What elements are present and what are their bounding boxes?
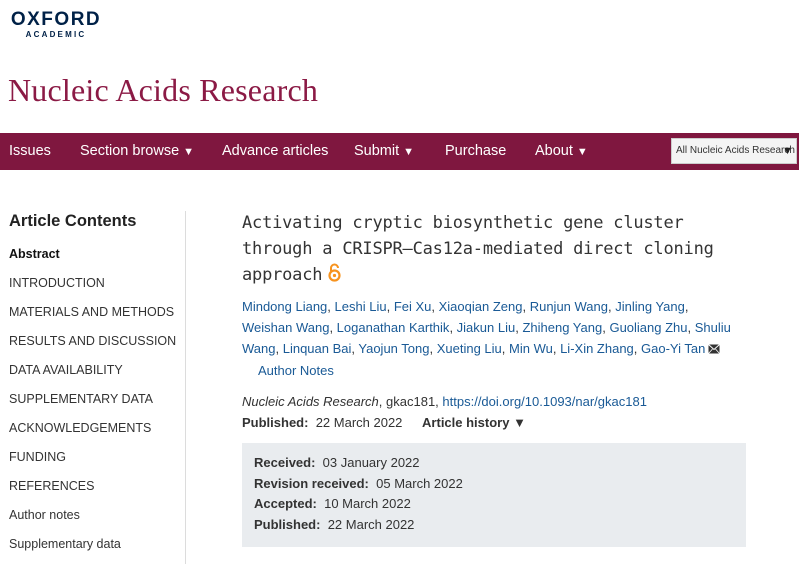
author-link[interactable]: Xueting Liu: [437, 341, 502, 356]
citation-journal: Nucleic Acids Research: [242, 394, 379, 409]
article-contents-sidebar: Article Contents Abstract INTRODUCTION MAT…: [9, 212, 185, 559]
chevron-down-icon: ▼: [576, 146, 588, 158]
author-separator: ,: [327, 299, 335, 314]
published-date: 22 March 2022: [315, 415, 403, 430]
author-link[interactable]: Weishan Wang: [242, 320, 329, 335]
article-title-line: Activating cryptic biosynthetic gene clu…: [242, 213, 684, 233]
author-separator: ,: [552, 341, 561, 356]
history-date: 22 March 2022: [327, 516, 415, 532]
history-label: Published:: [254, 516, 321, 532]
sidebar-item[interactable]: Author notes: [9, 501, 185, 530]
history-row-published: Published: 22 March 2022: [254, 515, 746, 536]
author-link[interactable]: Zhiheng Yang: [522, 320, 602, 335]
history-label: Revision received:: [254, 475, 369, 491]
history-row-accepted: Accepted: 10 March 2022: [254, 494, 746, 515]
author-link[interactable]: Loganathan Karthik: [337, 320, 450, 335]
article-title-line: approach: [242, 265, 323, 285]
nav-about-label: About: [535, 143, 573, 159]
open-access-icon: [328, 263, 341, 290]
author-separator: ,: [429, 341, 437, 356]
sidebar-item[interactable]: FUNDING: [9, 443, 185, 472]
author-link[interactable]: Xiaoqian Zeng: [439, 299, 523, 314]
sidebar-item[interactable]: DATA AVAILABILITY: [9, 356, 185, 385]
author-separator: ,: [449, 320, 457, 335]
sidebar-item[interactable]: ACKNOWLEDGEMENTS: [9, 414, 185, 443]
history-label: Received:: [254, 455, 316, 470]
citation-line: Nucleic Acids Research, gkac181, https:/…: [242, 392, 762, 412]
history-label: Accepted:: [254, 496, 317, 511]
author-separator: ,: [684, 299, 689, 314]
sidebar-item[interactable]: MATERIALS AND METHODS: [9, 298, 185, 327]
sidebar-divider: [185, 211, 186, 564]
sidebar-item[interactable]: RESULTS AND DISCUSSION: [9, 327, 185, 356]
sidebar-title: Article Contents: [9, 212, 137, 230]
published-label: Published:: [242, 415, 309, 430]
author-separator: ,: [386, 299, 394, 314]
author-list: Mindong Liang, Leshi Liu, Fei Xu, Xiaoqi…: [242, 296, 742, 360]
nav-submit[interactable]: Submit ▼: [354, 133, 414, 170]
nav-section-browse[interactable]: Section browse ▼: [80, 133, 194, 170]
citation-id: , gkac181,: [378, 394, 443, 409]
author-link[interactable]: Fei Xu: [394, 299, 432, 314]
sidebar-item[interactable]: REFERENCES: [9, 472, 185, 501]
author-link[interactable]: Jiakun Liu: [457, 320, 516, 335]
envelope-icon[interactable]: [708, 339, 721, 360]
nav-purchase-label: Purchase: [445, 143, 507, 159]
logo-oxford-text: OXFORD: [10, 9, 102, 30]
author-separator: ,: [275, 341, 283, 356]
author-link[interactable]: Guoliang Zhu: [609, 320, 687, 335]
author-link[interactable]: Linquan Bai: [283, 341, 352, 356]
history-row-received: Received: 03 January 2022: [254, 453, 746, 474]
nav-about[interactable]: About ▼: [535, 133, 588, 170]
author-separator: ,: [522, 299, 530, 314]
journal-title[interactable]: Nucleic Acids Research: [8, 72, 318, 109]
author-link[interactable]: Min Wu: [509, 341, 553, 356]
logo-academic-text: ACADEMIC: [25, 30, 87, 39]
author-link[interactable]: Yaojun Tong: [358, 341, 429, 356]
author-link[interactable]: Leshi Liu: [335, 299, 387, 314]
sidebar-item[interactable]: SUPPLEMENTARY DATA: [9, 385, 185, 414]
chevron-down-icon: ▼: [183, 146, 195, 158]
search-scope-value: All Nucleic Acids Research: [676, 145, 795, 156]
article-title-line: through a CRISPR–Cas12a-mediated direct …: [242, 239, 714, 259]
history-date: 03 January 2022: [322, 455, 420, 470]
nav-submit-label: Submit: [354, 143, 400, 159]
author-link[interactable]: Runjun Wang: [530, 299, 608, 314]
chevron-down-icon: ▼: [403, 146, 415, 158]
published-row: Published: 22 March 2022 Article history…: [242, 413, 762, 433]
oxford-academic-logo[interactable]: OXFORD ACADEMIC: [8, 10, 104, 40]
search-scope-select[interactable]: All Nucleic Acids Research ▼: [671, 138, 797, 164]
nav-purchase[interactable]: Purchase: [445, 133, 506, 170]
doi-link[interactable]: https://doi.org/10.1093/nar/gkac181: [442, 394, 647, 409]
sidebar-list: Abstract INTRODUCTION MATERIALS AND METHOD…: [9, 240, 185, 559]
article-history-panel: Received: 03 January 2022 Revision recei…: [242, 443, 746, 547]
history-row-revision: Revision received: 05 March 2022: [254, 474, 746, 495]
author-link[interactable]: Jinling Yang: [615, 299, 685, 314]
sidebar-item[interactable]: Abstract: [9, 240, 185, 269]
author-separator: ,: [431, 299, 439, 314]
article-header: Activating cryptic biosynthetic gene clu…: [242, 210, 762, 433]
sidebar-item[interactable]: Supplementary data: [9, 530, 185, 559]
author-separator: ,: [633, 341, 642, 356]
article-title: Activating cryptic biosynthetic gene clu…: [242, 210, 762, 290]
history-date: 10 March 2022: [324, 496, 411, 511]
history-date: 05 March 2022: [376, 475, 463, 491]
nav-advance-articles-label: Advance articles: [222, 143, 329, 159]
nav-issues-label: Issues: [9, 143, 51, 159]
sidebar-item[interactable]: INTRODUCTION: [9, 269, 185, 298]
author-link[interactable]: Gao-Yi Tan: [641, 341, 705, 356]
nav-issues[interactable]: Issues: [9, 133, 51, 170]
author-link[interactable]: Li-Xin Zhang: [560, 341, 634, 356]
nav-advance-articles[interactable]: Advance articles: [222, 133, 328, 170]
author-link[interactable]: Mindong Liang: [242, 299, 327, 314]
author-separator: ,: [329, 320, 337, 335]
author-notes-link[interactable]: Author Notes: [258, 361, 762, 380]
author-separator: ,: [687, 320, 695, 335]
article-history-toggle[interactable]: Article history ▼: [422, 415, 526, 430]
author-separator: ,: [501, 341, 510, 356]
select-arrow-icon: ▼: [782, 145, 793, 157]
nav-section-browse-label: Section browse: [80, 143, 180, 159]
